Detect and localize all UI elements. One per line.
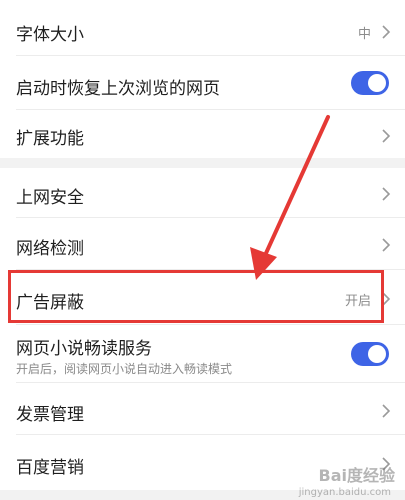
novel-reader-toggle[interactable]	[351, 342, 389, 366]
extensions-row[interactable]: 扩展功能	[0, 110, 405, 158]
watermark-url: jingyan.baidu.com	[298, 487, 391, 498]
extensions-label: 扩展功能	[16, 129, 84, 149]
novel-reader-label: 网页小说畅读服务	[16, 339, 152, 359]
settings-group-security: 上网安全 网络检测 广告屏蔽 开启 网页小说畅读服务 开启后，阅读网页小说自动进…	[0, 168, 405, 490]
ad-block-label: 广告屏蔽	[16, 293, 84, 313]
restore-pages-label: 启动时恢复上次浏览的网页	[16, 79, 220, 99]
novel-reader-description: 开启后，阅读网页小说自动进入畅读模式	[16, 362, 233, 376]
novel-reader-row: 网页小说畅读服务 开启后，阅读网页小说自动进入畅读模式	[0, 325, 405, 383]
network-check-row[interactable]: 网络检测	[0, 218, 405, 270]
font-size-value: 中	[357, 27, 371, 42]
restore-pages-row: 启动时恢复上次浏览的网页	[0, 56, 405, 110]
invoice-label: 发票管理	[16, 405, 84, 425]
chevron-right-icon	[382, 187, 391, 201]
chevron-right-icon	[382, 25, 391, 39]
watermark: Bai度经验	[318, 466, 395, 485]
web-security-row[interactable]: 上网安全	[0, 168, 405, 218]
ad-block-row[interactable]: 广告屏蔽 开启	[0, 270, 405, 325]
font-size-row[interactable]: 字体大小 中	[0, 0, 405, 56]
ad-block-value: 开启	[344, 294, 371, 309]
invoice-row[interactable]: 发票管理	[0, 383, 405, 435]
chevron-right-icon	[382, 129, 391, 143]
settings-group-general: 字体大小 中 启动时恢复上次浏览的网页 扩展功能	[0, 0, 405, 158]
toggle-knob	[368, 345, 386, 363]
web-security-label: 上网安全	[16, 188, 84, 208]
baidu-marketing-label: 百度营销	[16, 458, 84, 478]
network-check-label: 网络检测	[16, 239, 84, 259]
chevron-right-icon	[382, 404, 391, 418]
toggle-knob	[368, 74, 386, 92]
font-size-label: 字体大小	[16, 25, 84, 45]
chevron-right-icon	[382, 238, 391, 252]
chevron-right-icon	[382, 292, 391, 306]
restore-pages-toggle[interactable]	[351, 71, 389, 95]
